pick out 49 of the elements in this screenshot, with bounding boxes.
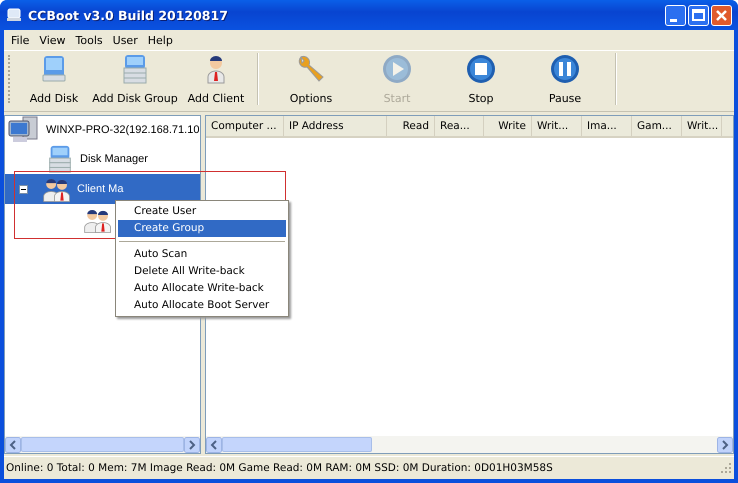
menu-item[interactable]: Create User	[118, 203, 286, 220]
scroll-left-icon[interactable]	[5, 436, 21, 452]
column-header[interactable]: Gam...	[632, 116, 682, 136]
menu-item[interactable]: Create Group	[118, 220, 286, 237]
column-header[interactable]: Ima...	[582, 116, 632, 136]
column-header[interactable]: Rea...	[435, 116, 484, 136]
menu-item[interactable]: Help	[142, 34, 178, 46]
column-header[interactable]: Computer ...	[206, 116, 284, 136]
stop-icon	[465, 53, 497, 85]
menu-item[interactable]: Tools	[70, 34, 108, 46]
scroll-left-icon[interactable]	[206, 436, 222, 452]
tree-item[interactable]: Disk Manager	[79, 152, 149, 166]
minimize-icon	[670, 18, 676, 22]
scroll-right-icon[interactable]	[717, 436, 733, 452]
column-header[interactable]: IP Address	[284, 116, 387, 136]
toolbar-button[interactable]: Stop	[442, 53, 520, 105]
toolbar-button[interactable]: Add Client	[186, 53, 246, 105]
tree-item[interactable]: Client Ma	[76, 182, 124, 196]
scroll-bar[interactable]	[206, 436, 733, 453]
tree-item[interactable]: WINXP-PRO-32(192.168.71.10	[45, 123, 200, 137]
toolbar-button[interactable]: Add Disk	[24, 53, 84, 105]
menu-item[interactable]: File	[6, 34, 34, 46]
window-title: CCBoot v3.0 Build 20120817	[28, 8, 229, 22]
scroll-right-icon[interactable]	[184, 436, 200, 452]
pause-icon	[549, 53, 581, 85]
toolbar-button[interactable]: Add Disk Group	[90, 53, 180, 105]
app-icon	[6, 7, 22, 23]
toolbar-button[interactable]: Options	[270, 53, 352, 105]
resize-grip-icon[interactable]	[720, 462, 732, 474]
menu-item[interactable]: Delete All Write-back	[118, 263, 286, 280]
close-button[interactable]	[711, 4, 732, 26]
column-header[interactable]: Read	[387, 116, 435, 136]
column-header[interactable]: Write	[484, 116, 532, 136]
people-icon[interactable]	[83, 207, 113, 233]
menu-item[interactable]: Auto Allocate Boot Server	[118, 297, 286, 314]
status-text: Online: 0 Total: 0 Mem: 7M Image Read: 0M Game Read: 0M RAM: 0M SSD: 0M Duration: 0D01H03M58S	[6, 462, 553, 474]
people-icon[interactable]	[42, 176, 72, 202]
menu-item[interactable]: View	[34, 34, 71, 46]
column-header[interactable]: Writ...	[532, 116, 582, 136]
toolbar-button[interactable]: Pause	[526, 53, 604, 105]
column-header[interactable]: Writ...	[682, 116, 722, 136]
menu-item[interactable]: User	[108, 34, 143, 46]
collapse-icon[interactable]	[19, 184, 28, 194]
scroll-bar[interactable]	[5, 436, 200, 453]
menu-item[interactable]: Auto Scan	[118, 246, 286, 263]
menu-item[interactable]: Auto Allocate Write-back	[118, 280, 286, 297]
play-icon	[381, 53, 413, 85]
maximize-button[interactable]	[688, 4, 709, 26]
minimize-button[interactable]	[665, 4, 686, 26]
